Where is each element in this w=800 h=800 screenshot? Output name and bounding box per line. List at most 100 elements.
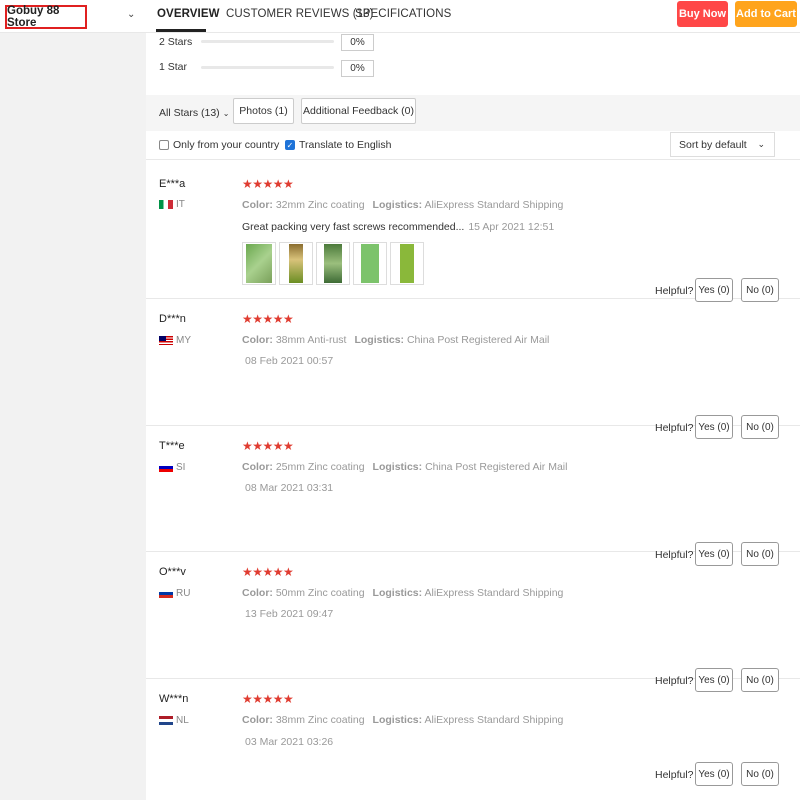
review-item: W***n NL ★★★★★ Color: 38mm Zinc coating L…: [146, 679, 800, 800]
left-sidebar: [0, 33, 146, 800]
rating-percent-1-star: 0%: [341, 60, 374, 77]
reviewer-country: MY: [159, 335, 191, 346]
helpful-yes-button[interactable]: Yes (0): [695, 762, 733, 786]
chevron-down-icon: ⌄: [222, 109, 230, 118]
helpful-no-button[interactable]: No (0): [741, 762, 779, 786]
review-date: 08 Feb 2021 00:57: [245, 355, 334, 367]
color-label: Color:: [242, 714, 273, 726]
rating-bar-2-stars: [201, 40, 334, 43]
review-photos: [242, 242, 427, 285]
review-body: Great packing very fast screws recommend…: [242, 221, 465, 233]
translate-label: Translate to English: [299, 139, 392, 151]
helpful-label: Helpful?: [655, 769, 694, 781]
sort-select[interactable]: Sort by default ⌄: [670, 132, 775, 157]
country-code: MY: [176, 335, 191, 346]
buy-now-button[interactable]: Buy Now: [677, 1, 728, 27]
reviewer-country: SI: [159, 462, 185, 473]
review-photo-thumbnail[interactable]: [242, 242, 276, 285]
color-value: 38mm Zinc coating: [275, 714, 365, 726]
filter-bar: All Stars (13) ⌄ Photos (1) Additional Fe…: [146, 95, 800, 131]
translate-to-english-checkbox[interactable]: ✓ Translate to English: [285, 139, 391, 151]
tab-specifications[interactable]: SPECIFICATIONS: [355, 8, 451, 20]
logistics-value: China Post Registered Air Mail: [406, 334, 550, 346]
reviewer-name: T***e: [159, 440, 185, 452]
review-date: 13 Feb 2021 09:47: [245, 608, 334, 620]
tab-overview[interactable]: OVERVIEW: [157, 8, 220, 20]
review-date: 08 Mar 2021 03:31: [245, 482, 334, 494]
store-name[interactable]: Gobuy 88 Store: [5, 5, 87, 29]
rating-label-2-stars: 2 Stars: [159, 36, 193, 48]
country-code: SI: [176, 462, 186, 473]
slovenia-flag-icon: [159, 463, 173, 472]
logistics-label: Logistics:: [354, 334, 405, 346]
review-photo-thumbnail[interactable]: [316, 242, 350, 285]
sort-label: Sort by default: [679, 138, 747, 151]
star-rating-icon: ★★★★★: [242, 565, 294, 579]
only-from-your-country-checkbox[interactable]: Only from your country: [159, 139, 279, 151]
logistics-label: Logistics:: [372, 587, 423, 599]
logistics-value: AliExpress Standard Shipping: [424, 587, 564, 599]
color-label: Color:: [242, 587, 273, 599]
star-rating-icon: ★★★★★: [242, 692, 294, 706]
review-item: T***e SI ★★★★★ Color: 25mm Zinc coating L…: [146, 426, 800, 566]
all-stars-label: All Stars (13): [159, 107, 220, 119]
chevron-down-icon[interactable]: ⌄: [127, 9, 135, 20]
malaysia-flag-icon: [159, 336, 173, 345]
review-item: O***v RU ★★★★★ Color: 50mm Zinc coating L…: [146, 552, 800, 692]
color-label: Color:: [242, 461, 273, 473]
review-item: E***a IT ★★★★★ Color: 32mm Zinc coating L…: [146, 169, 800, 302]
rating-label-1-star: 1 Star: [159, 61, 188, 73]
logistics-label: Logistics:: [372, 461, 423, 473]
color-value: 38mm Anti-rust: [275, 334, 347, 346]
color-label: Color:: [242, 334, 273, 346]
review-photo-thumbnail[interactable]: [353, 242, 387, 285]
reviewer-name: W***n: [159, 693, 189, 705]
star-rating-icon: ★★★★★: [242, 439, 294, 453]
review-meta: Color: 38mm Zinc coating Logistics: AliEx…: [242, 714, 563, 726]
color-label: Color:: [242, 199, 273, 211]
reviews-panel: 2 Stars 0% 1 Star 0% All Stars (13) ⌄ Pho…: [146, 33, 800, 800]
color-value: 25mm Zinc coating: [275, 461, 365, 473]
review-meta: Color: 38mm Anti-rust Logistics: China Po…: [242, 334, 549, 346]
review-photo-thumbnail[interactable]: [390, 242, 424, 285]
review-meta: Color: 32mm Zinc coating Logistics: AliEx…: [242, 199, 563, 211]
additional-feedback-button[interactable]: Additional Feedback (0): [301, 98, 416, 124]
reviewer-name: D***n: [159, 313, 186, 325]
review-date: 03 Mar 2021 03:26: [245, 736, 334, 748]
reviewer-country: NL: [159, 715, 189, 726]
country-code: IT: [176, 199, 185, 210]
photos-filter-button[interactable]: Photos (1): [233, 98, 294, 124]
logistics-label: Logistics:: [372, 714, 423, 726]
russia-flag-icon: [159, 589, 173, 598]
top-bar: Gobuy 88 Store ⌄ OVERVIEW CUSTOMER REVIE…: [0, 0, 800, 33]
reviewer-country: IT: [159, 199, 185, 210]
tab-customer-reviews[interactable]: CUSTOMER REVIEWS (13): [226, 8, 374, 20]
netherlands-flag-icon: [159, 716, 173, 725]
italy-flag-icon: [159, 200, 173, 209]
divider: [146, 159, 800, 160]
logistics-value: AliExpress Standard Shipping: [424, 714, 564, 726]
review-photo-thumbnail[interactable]: [279, 242, 313, 285]
country-code: RU: [176, 588, 191, 599]
chevron-down-icon: ⌄: [757, 139, 765, 149]
review-date: 15 Apr 2021 12:51: [468, 221, 555, 233]
rating-percent-2-stars: 0%: [341, 34, 374, 51]
reviewer-country: RU: [159, 588, 190, 599]
checkbox-unchecked-icon: [159, 140, 169, 150]
helpful-label: Helpful?: [655, 285, 694, 297]
checkmark-icon: ✓: [285, 140, 295, 150]
logistics-value: China Post Registered Air Mail: [425, 461, 568, 473]
reviewer-name: O***v: [159, 566, 186, 578]
reviewer-name: E***a: [159, 178, 186, 190]
color-value: 50mm Zinc coating: [275, 587, 365, 599]
country-code: NL: [176, 715, 189, 726]
star-rating-icon: ★★★★★: [242, 312, 294, 326]
logistics-value: AliExpress Standard Shipping: [424, 199, 564, 211]
rating-bar-1-star: [201, 66, 334, 69]
review-item: D***n MY ★★★★★ Color: 38mm Anti-rust Logi…: [146, 299, 800, 439]
add-to-cart-button[interactable]: Add to Cart: [735, 1, 797, 27]
logistics-label: Logistics:: [372, 199, 423, 211]
all-stars-dropdown[interactable]: All Stars (13) ⌄: [159, 107, 229, 119]
star-rating-icon: ★★★★★: [242, 177, 294, 191]
color-value: 32mm Zinc coating: [275, 199, 365, 211]
